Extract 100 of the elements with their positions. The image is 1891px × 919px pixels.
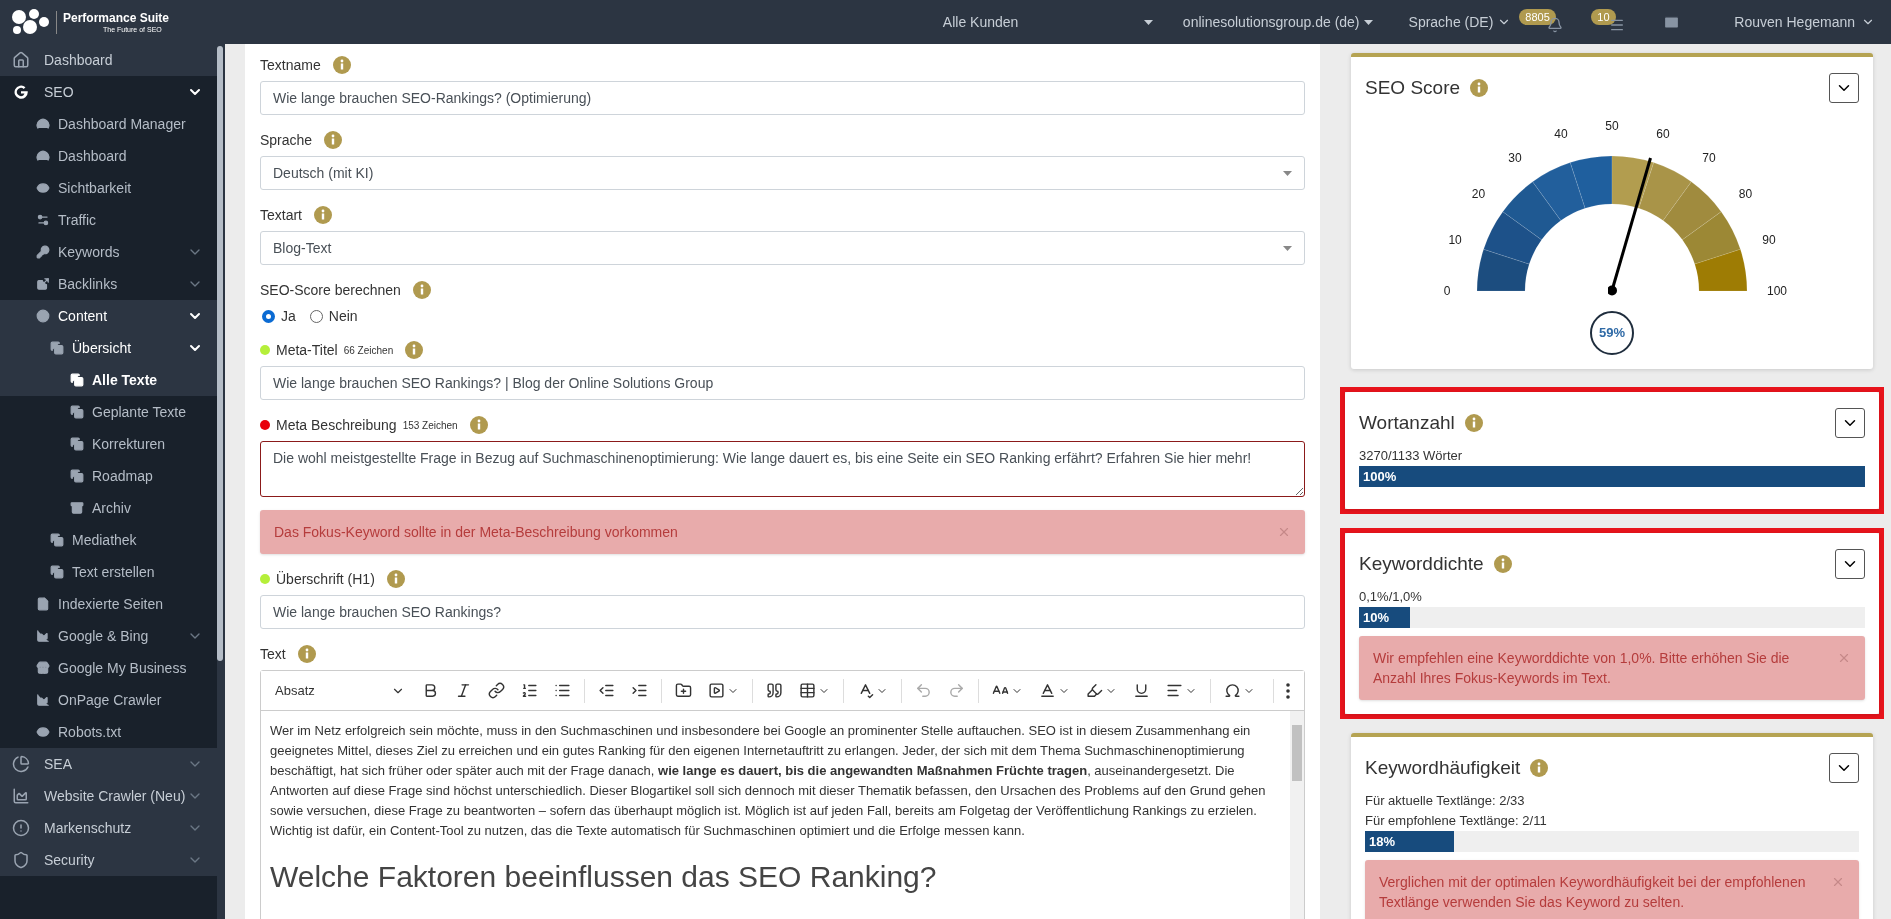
sidebar-item[interactable]: Robots.txt [0,716,217,748]
text-field[interactable]: Wie lange brauchen SEO-Rankings? (Optimierung) [260,81,1305,115]
list-icon[interactable] [1609,17,1626,33]
align-icon [1166,682,1183,699]
user-menu[interactable]: Rouven Hegemann [1734,11,1875,33]
copy-icon [70,469,84,483]
language-dropdown[interactable]: Sprache (DE) [1408,11,1512,33]
stat-text: Für empfohlene Textlänge: 2/11 [1365,812,1548,830]
char-count: 66 Zeichen [343,343,394,358]
sidebar-item[interactable]: Korrekturen [0,428,217,460]
text-field[interactable]: Wie lange brauchen SEO Rankings? [260,595,1305,629]
redo-icon [948,682,965,699]
document-icon [36,597,50,611]
media-icon [708,682,725,699]
sidebar-item[interactable]: Keywords [0,236,217,268]
sidebar-item[interactable]: Roadmap [0,460,217,492]
alert-text: Verglichen mit der optimalen Keywordhäufigkeit bei der empfohlenen Textlänge verwenden Sie das Keyword zu selten. [1379,873,1807,912]
sidebar-item[interactable]: Backlinks [0,268,217,300]
sidebar-item[interactable]: Google & Bing [0,620,217,652]
caret-icon [1283,170,1292,176]
text-field[interactable]: Wie lange brauchen SEO Rankings? | Blog der Online Solutions Group [260,366,1305,400]
select-field[interactable]: Blog-Text [260,231,1305,265]
sidebar-item[interactable]: Alle Texte [0,364,217,396]
stat-text: 3270/1133 Wörter [1359,447,1464,465]
scrollbar[interactable] [217,44,225,919]
info-icon [1464,414,1483,432]
card-title: SEO Score [1365,75,1461,100]
card-title: Wortanzahl [1359,410,1455,435]
gauge-tick-label: 30 [1508,149,1522,167]
exclamation-icon [12,819,30,837]
mail-icon[interactable] [1663,13,1681,31]
gauge-tick-label: 100 [1767,283,1787,300]
sidebar-item[interactable]: Content [0,300,217,332]
collapse-button[interactable] [1829,753,1859,783]
house-icon [12,51,30,69]
info-icon [1470,79,1489,97]
field-label: Meta Beschreibung [276,415,397,435]
progress-fill: 18% [1365,831,1454,852]
sidebar-item[interactable]: Dashboard [0,140,217,172]
gauge-tick-label: 0 [1443,283,1451,300]
sidebar-item[interactable]: Website Crawler (Neu) [0,780,217,812]
outdent-icon [598,682,615,699]
editor-paragraph: Wer im Netz erfolgreich sein möchte, muss in den Suchmaschinen und insbesondere bei Google an prominenter Stelle auftauchen. SEO ist in diesem Zusammenhang ein geeignetes Mittel, dieses Ziel zu erreichen und ein gutes Ranking für den eigenen Internetauftritt zu erlangen. Jeder, der sich mit dem Thema Suchmaschinenoptimierung beschäftigt, hat sich früher oder später auch mit der Frage danach, wie lange es dauert, bis die angewandten Maßnahmen Früchte tragen, auseinandergesetzt. Die Antworten auf diese Frage sind höchst unterschiedlich. Dieser Blogartikel soll sich dennoch mit dieser Thematik befassen, den Ursachen des Problems auf den Grund gehen sowie versuchen, diese Frage zu beantworten – sofern das überhaupt möglich ist. Möglich ist auf jeden Fall, bereits am Folgetag der Veröffentlichung Rankings zu erzielen. Wichtig ist dafür, ein Content-Tool zu nutzen, das die Texte automatisch für Suchmaschinen optimiert und die Erfolge messen kann. [270,722,1267,840]
info-icon [314,206,332,224]
sidebar-item[interactable]: Traffic [0,204,217,236]
progress-fill: 10% [1359,607,1410,628]
font-color-icon [1039,682,1056,699]
collapse-button[interactable] [1835,408,1865,438]
gauge-tick-label: 50 [1605,118,1619,135]
format-dropdown[interactable]: Absatz [269,680,411,701]
copy-icon [70,437,84,451]
sidebar-item[interactable]: Mediathek [0,524,217,556]
radio-option[interactable]: Nein [309,306,358,327]
customer-dropdown[interactable]: Alle Kunden [942,11,1153,33]
card-title: Keyworddichte [1359,551,1484,576]
collapse-button[interactable] [1829,73,1859,103]
sidebar-item[interactable]: Dashboard [0,44,217,76]
sidebar-item[interactable]: Google My Business [0,652,217,684]
stat-text: Für aktuelle Textlänge: 2/33 [1365,792,1526,810]
sidebar-item[interactable]: Security [0,844,217,876]
alert-text: Wir empfehlen eine Keyworddichte von 1,0%. Bitte erhöhen Sie die Anzahl Ihres Fokus-Keywords im Text. [1373,649,1791,688]
select-field[interactable]: Deutsch (mit KI) [260,156,1305,190]
underline-icon [1133,682,1150,699]
card-title: Keywordhäufigkeit [1365,755,1521,780]
link-icon [488,682,505,699]
more-icon [1286,682,1290,699]
sidebar-item[interactable]: Archiv [0,492,217,524]
sidebar-item[interactable]: OnPage Crawler [0,684,217,716]
archive-icon [70,501,84,515]
sidebar-item[interactable]: Sichtbarkeit [0,172,217,204]
quote-icon [766,682,783,699]
folder-add-icon [675,682,692,699]
collapse-button[interactable] [1835,549,1865,579]
caret-icon [1283,245,1292,251]
sidebar-item[interactable]: Dashboard Manager [0,108,217,140]
sidebar-item[interactable]: Geplante Texte [0,396,217,428]
highlight-icon [1086,682,1103,699]
copy-icon [70,405,84,419]
sidebar-item[interactable]: Übersicht [0,332,217,364]
sidebar-item[interactable]: SEA [0,748,217,780]
info-icon [405,341,424,359]
scrollbar[interactable] [1290,711,1304,919]
task-badge: 10 [1591,9,1616,25]
brand-name: Performance Suite [63,10,170,25]
sidebar-item[interactable]: Text erstellen [0,556,217,588]
gauge-tick-label: 70 [1702,149,1716,167]
sidebar-item[interactable]: Indexierte Seiten [0,588,217,620]
info-icon [412,281,431,299]
shield-icon [12,851,30,869]
gauge-tick-label: 90 [1762,232,1776,249]
external-link-icon [36,277,50,291]
radio-option[interactable]: Ja [262,306,296,327]
field-label: Text [260,644,286,664]
copy-icon [50,533,64,547]
alert-text: Das Fokus-Keyword sollte in der Meta-Beschreibung vorkommen [274,523,679,542]
progress-fill: 100% [1359,466,1865,487]
domain-dropdown[interactable]: onlinesolutionsgroup.de (de) [1182,11,1373,33]
textarea-field[interactable]: Die wohl meistgestellte Frage in Bezug auf Suchmaschinenoptimierung: Wie lange dauert es, bis eine Seite ein SEO Ranking erfährt? Erfahren Sie hier mehr! [260,441,1305,497]
sidebar-item[interactable]: Markenschutz [0,812,217,844]
indent-icon [631,682,648,699]
